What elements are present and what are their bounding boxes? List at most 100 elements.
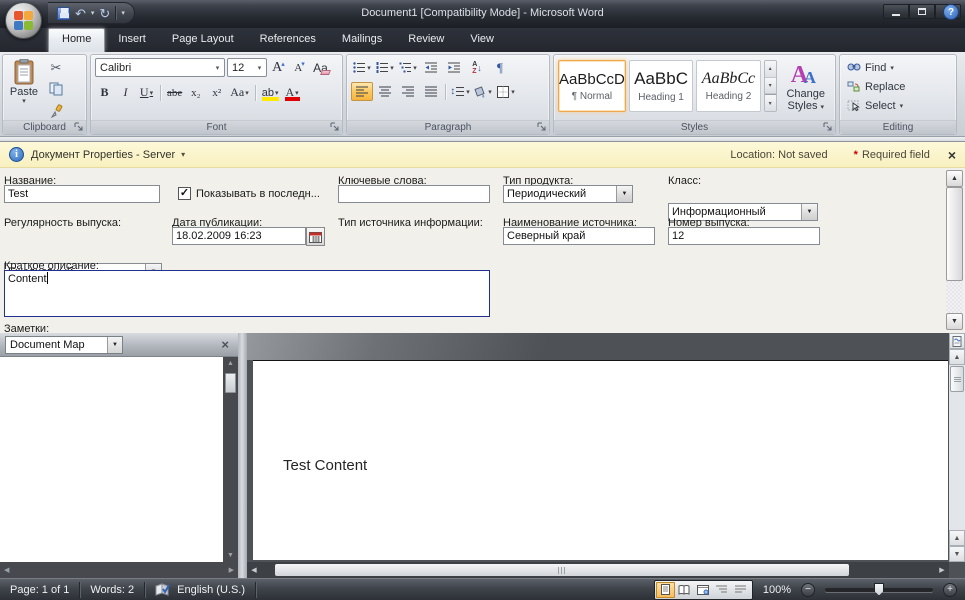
paragraph-dialog-launcher[interactable] bbox=[537, 122, 547, 132]
document-map-body[interactable] bbox=[0, 357, 223, 562]
grow-font-button[interactable]: A▴ bbox=[269, 58, 288, 77]
minimize-button[interactable] bbox=[883, 4, 909, 19]
font-family-combo[interactable]: Calibri ▾ bbox=[95, 58, 225, 77]
find-button[interactable]: Find ▾ bbox=[840, 58, 956, 77]
show-recent-checkbox[interactable]: ✓ bbox=[178, 187, 191, 200]
subscript-button[interactable]: x₂ bbox=[186, 83, 205, 102]
draft-view-button[interactable] bbox=[732, 582, 751, 598]
document-map-combo[interactable]: Document Map ▼ bbox=[5, 336, 123, 354]
highlight-dropdown-icon[interactable]: ▾ bbox=[275, 89, 279, 97]
increase-indent-button[interactable] bbox=[443, 58, 465, 77]
properties-scrollbar[interactable]: ▲ ▼ bbox=[946, 170, 963, 330]
pub-date-input[interactable] bbox=[172, 227, 306, 245]
tab-page-layout[interactable]: Page Layout bbox=[159, 28, 247, 52]
font-size-combo[interactable]: 12 ▾ bbox=[227, 58, 267, 77]
outline-view-button[interactable] bbox=[713, 582, 732, 598]
page-indicator[interactable]: Page: 1 of 1 bbox=[0, 579, 79, 600]
shading-dropdown-icon[interactable]: ▾ bbox=[488, 88, 492, 96]
shading-button[interactable]: ▾ bbox=[472, 82, 494, 101]
properties-close-icon[interactable]: × bbox=[948, 148, 956, 162]
map-scroll-down-icon[interactable]: ▼ bbox=[223, 549, 238, 562]
document-scroll-up[interactable]: ▲ bbox=[949, 349, 965, 365]
sort-button[interactable]: AZ ↓ bbox=[466, 58, 488, 77]
format-painter-button[interactable] bbox=[45, 102, 67, 120]
copy-button[interactable] bbox=[45, 80, 67, 98]
borders-button[interactable]: ▾ bbox=[495, 82, 517, 101]
zoom-out-button[interactable]: − bbox=[801, 583, 815, 597]
properties-scroll-up[interactable]: ▲ bbox=[946, 170, 963, 187]
map-scroll-up-icon[interactable]: ▲ bbox=[223, 357, 238, 370]
multilevel-list-button[interactable]: ▾ bbox=[397, 58, 419, 77]
map-scroll-thumb[interactable] bbox=[225, 373, 236, 393]
word-count[interactable]: Words: 2 bbox=[80, 579, 144, 600]
paste-button[interactable]: Paste ▾ bbox=[3, 55, 45, 120]
browse-next-button[interactable]: ▼ bbox=[949, 546, 965, 562]
font-size-dropdown-icon[interactable]: ▾ bbox=[253, 59, 266, 76]
superscript-button[interactable]: x² bbox=[207, 83, 226, 102]
map-scroll-left-icon[interactable]: ◀ bbox=[4, 566, 9, 574]
clipboard-dialog-launcher[interactable] bbox=[74, 122, 84, 132]
tab-home[interactable]: Home bbox=[48, 28, 105, 52]
properties-scroll-down[interactable]: ▼ bbox=[946, 313, 963, 330]
styles-scroll-down-icon[interactable]: ▾ bbox=[765, 78, 776, 95]
properties-title-dropdown-icon[interactable]: ▾ bbox=[181, 150, 185, 159]
proofing-status[interactable]: English (U.S.) bbox=[145, 579, 255, 600]
font-family-dropdown-icon[interactable]: ▾ bbox=[211, 59, 224, 76]
doc-scroll-left-icon[interactable]: ◀ bbox=[247, 566, 261, 574]
document-map-close-icon[interactable]: × bbox=[221, 337, 229, 352]
change-case-dropdown-icon[interactable]: ▾ bbox=[245, 89, 249, 97]
zoom-level[interactable]: 100% bbox=[763, 584, 791, 596]
pane-splitter[interactable] bbox=[238, 333, 247, 578]
document-vertical-scrollbar[interactable]: ▲ ▲ ▼ bbox=[949, 333, 965, 562]
browse-previous-button[interactable]: ▲ bbox=[949, 530, 965, 546]
zoom-in-button[interactable]: + bbox=[943, 583, 957, 597]
document-map-vertical-scrollbar[interactable]: ▲ ▼ bbox=[223, 357, 238, 562]
style-heading2[interactable]: AaBbCc Heading 2 bbox=[696, 60, 760, 112]
document-scroll-track[interactable] bbox=[949, 393, 965, 530]
bullets-button[interactable]: ▾ bbox=[351, 58, 373, 77]
underline-dropdown-icon[interactable]: ▾ bbox=[150, 89, 154, 97]
properties-panel-title[interactable]: Документ Properties - Server bbox=[31, 149, 175, 161]
italic-button[interactable]: I bbox=[116, 83, 135, 102]
document-map-dropdown-icon[interactable]: ▼ bbox=[107, 337, 122, 353]
document-horizontal-scrollbar[interactable]: ◀ ▶ bbox=[247, 562, 949, 578]
name-field-input[interactable] bbox=[4, 185, 160, 203]
document-page[interactable]: Test Content bbox=[253, 360, 948, 560]
justify-button[interactable] bbox=[420, 82, 442, 101]
font-color-dropdown-icon[interactable]: ▾ bbox=[295, 89, 299, 97]
change-case-button[interactable]: Aa▾ bbox=[228, 83, 251, 102]
zoom-slider-track[interactable] bbox=[825, 588, 933, 592]
numbering-button[interactable]: ▾ bbox=[374, 58, 396, 77]
bold-button[interactable]: B bbox=[95, 83, 114, 102]
full-screen-reading-view-button[interactable] bbox=[675, 582, 694, 598]
styles-gallery-scrollbar[interactable]: ▴ ▾ ▾ bbox=[764, 60, 777, 112]
tab-insert[interactable]: Insert bbox=[105, 28, 159, 52]
style-normal[interactable]: AaBbCcD ¶ Normal bbox=[558, 60, 626, 112]
decrease-indent-button[interactable] bbox=[420, 58, 442, 77]
change-styles-button[interactable]: A A Change Styles ▾ bbox=[780, 60, 832, 120]
document-text[interactable]: Test Content bbox=[283, 457, 367, 474]
tab-review[interactable]: Review bbox=[395, 28, 457, 52]
map-scroll-right-icon[interactable]: ▶ bbox=[229, 566, 234, 574]
class-dropdown-icon[interactable]: ▼ bbox=[801, 204, 817, 220]
source-name-input[interactable] bbox=[503, 227, 655, 245]
tab-view[interactable]: View bbox=[457, 28, 507, 52]
properties-scroll-thumb[interactable] bbox=[946, 187, 963, 281]
keywords-field-input[interactable] bbox=[338, 185, 490, 203]
restore-button[interactable] bbox=[909, 4, 935, 19]
replace-button[interactable]: Replace bbox=[840, 77, 956, 96]
description-textarea[interactable]: Content bbox=[4, 270, 490, 317]
style-heading1[interactable]: AaBbC Heading 1 bbox=[629, 60, 693, 112]
align-right-button[interactable] bbox=[397, 82, 419, 101]
calendar-button[interactable] bbox=[306, 227, 325, 246]
web-layout-view-button[interactable] bbox=[694, 582, 713, 598]
product-type-dropdown[interactable]: Периодический ▼ bbox=[503, 185, 633, 203]
font-color-button[interactable]: A▾ bbox=[283, 83, 302, 102]
tab-mailings[interactable]: Mailings bbox=[329, 28, 395, 52]
underline-button[interactable]: U▾ bbox=[137, 83, 156, 102]
product-type-dropdown-icon[interactable]: ▼ bbox=[616, 186, 632, 202]
doc-hscroll-thumb[interactable] bbox=[275, 564, 849, 576]
shrink-font-button[interactable]: A▾ bbox=[290, 58, 309, 77]
print-layout-view-button[interactable] bbox=[656, 582, 675, 598]
multilevel-dropdown-icon[interactable]: ▾ bbox=[413, 64, 417, 72]
